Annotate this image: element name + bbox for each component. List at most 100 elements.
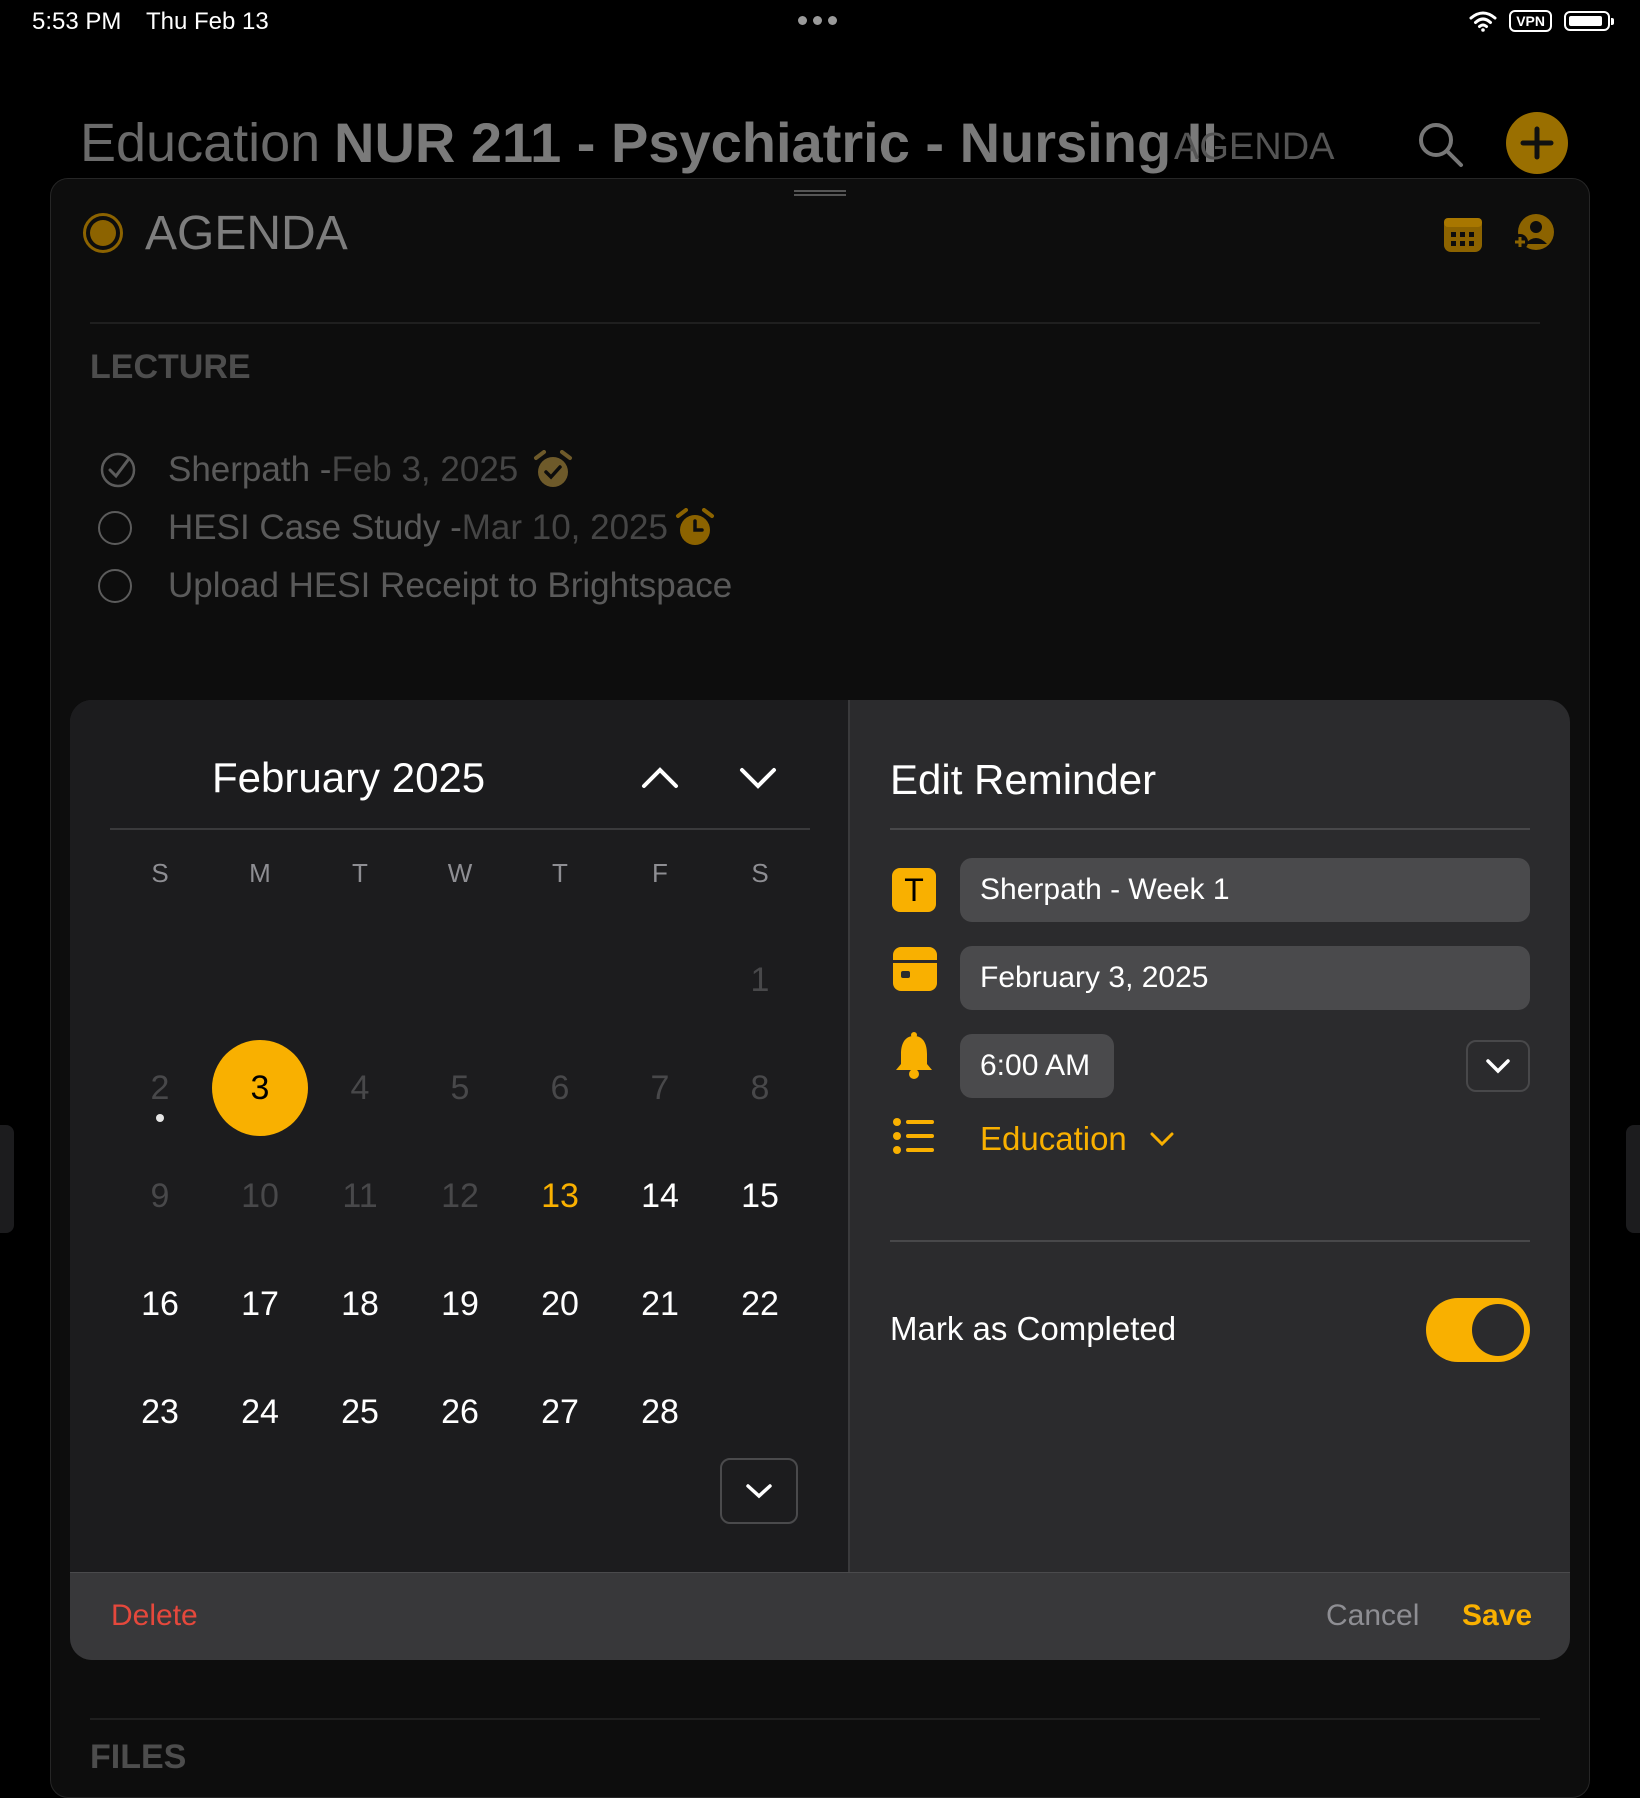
task-item[interactable]: HESI Case Study - Mar 10, 2025: [98, 508, 716, 548]
calendar-day[interactable]: 15: [712, 1148, 808, 1244]
reminder-date-field[interactable]: February 3, 2025: [960, 946, 1530, 1010]
calendar-day[interactable]: 4: [312, 1040, 408, 1136]
calendar-day[interactable]: 10: [212, 1148, 308, 1244]
side-handle-left[interactable]: [0, 1125, 14, 1233]
chevron-down-icon: [1486, 1059, 1510, 1074]
chevron-down-icon: [746, 1484, 772, 1499]
calendar-day[interactable]: 27: [512, 1364, 608, 1460]
calendar-day[interactable]: 22: [712, 1256, 808, 1352]
mark-completed-label: Mark as Completed: [890, 1310, 1177, 1347]
text-field-icon: T: [892, 868, 936, 912]
calendar-day[interactable]: 7: [612, 1040, 708, 1136]
calendar-day[interactable]: 21: [612, 1256, 708, 1352]
weekday-label: S: [751, 858, 769, 888]
status-time: 5:53 PM: [32, 8, 122, 35]
multitasking-dots-icon[interactable]: [798, 16, 837, 25]
cancel-button[interactable]: Cancel: [1326, 1599, 1419, 1633]
divider: [890, 828, 1530, 830]
alarm-icon: [675, 508, 714, 545]
header-category[interactable]: Education: [80, 112, 320, 174]
divider: [110, 828, 810, 830]
task-title: Sherpath -: [168, 450, 332, 489]
task-title: HESI Case Study -: [168, 508, 462, 547]
bell-icon: [892, 1032, 936, 1085]
task-date: Mar 10, 2025: [461, 508, 668, 547]
calendar-day[interactable]: 23: [112, 1364, 208, 1460]
weekday-label: W: [447, 858, 473, 888]
divider: [90, 322, 1540, 324]
weekday-label: F: [652, 858, 668, 888]
checkmark-circle-icon[interactable]: [98, 450, 138, 490]
calendar-day[interactable]: 12: [412, 1148, 508, 1244]
agenda-status-icon[interactable]: [83, 213, 123, 253]
calendar-expand-button[interactable]: [720, 1458, 798, 1524]
list-icon: [892, 1116, 936, 1161]
calendar-day[interactable]: 11: [312, 1148, 408, 1244]
list-name: Education: [980, 1120, 1127, 1157]
weekday-label: M: [249, 858, 271, 888]
header-section: AGENDA: [1174, 126, 1335, 168]
calendar-day[interactable]: 28: [612, 1364, 708, 1460]
edit-reminder-title: Edit Reminder: [890, 756, 1157, 803]
wifi-icon: [1469, 11, 1497, 32]
divider: [890, 1240, 1530, 1242]
month-title: February 2025: [212, 754, 486, 801]
calendar-day[interactable]: 5: [412, 1040, 508, 1136]
calendar-day[interactable]: 24: [212, 1364, 308, 1460]
task-item[interactable]: Upload HESI Receipt to Brightspace: [98, 566, 732, 606]
calendar-day[interactable]: 19: [412, 1256, 508, 1352]
calendar-day[interactable]: 25: [312, 1364, 408, 1460]
modal-footer: Delete Cancel Save: [70, 1572, 1570, 1660]
battery-icon: [1564, 11, 1614, 31]
task-item[interactable]: Sherpath - Feb 3, 2025: [98, 450, 574, 490]
time-options-button[interactable]: [1466, 1040, 1530, 1092]
chevron-down-icon[interactable]: [738, 762, 778, 797]
calendar-day[interactable]: 20: [512, 1256, 608, 1352]
alarm-icon: [534, 450, 573, 487]
calendar-day-today[interactable]: 13: [512, 1148, 608, 1244]
calendar-day[interactable]: 8: [712, 1040, 808, 1136]
add-person-icon[interactable]: [1510, 212, 1556, 259]
chevron-down-icon: [1150, 1132, 1174, 1147]
drag-handle[interactable]: [794, 190, 846, 196]
list-selector[interactable]: Education: [980, 1120, 1175, 1158]
calendar-day[interactable]: 6: [512, 1040, 608, 1136]
calendar-day[interactable]: 16: [112, 1256, 208, 1352]
calendar-day[interactable]: 14: [612, 1148, 708, 1244]
date-icon: [892, 946, 938, 997]
vpn-badge: VPN: [1509, 10, 1552, 32]
header-course-title: NUR 211 - Psychiatric - Nursing II: [334, 111, 1218, 174]
divider: [90, 1718, 1540, 1720]
status-date: Thu Feb 13: [146, 8, 269, 35]
weekday-label: S: [151, 858, 169, 888]
save-button[interactable]: Save: [1462, 1599, 1532, 1633]
agenda-title: AGENDA: [145, 207, 348, 260]
calendar-icon[interactable]: [1442, 214, 1484, 259]
calendar-day[interactable]: 9: [112, 1148, 208, 1244]
event-dot: [156, 1114, 164, 1122]
calendar-day[interactable]: 17: [212, 1256, 308, 1352]
side-handle-right[interactable]: [1626, 1125, 1640, 1233]
delete-button[interactable]: Delete: [111, 1599, 198, 1633]
edit-reminder-modal: February 2025 S M T W T F S 1 2 3 4 5 6 …: [70, 700, 1570, 1660]
status-indicators: VPN: [1469, 10, 1614, 32]
plus-icon: [1520, 126, 1554, 160]
incomplete-circle-icon[interactable]: [98, 511, 132, 545]
task-title: Upload HESI Receipt to Brightspace: [168, 566, 733, 605]
group-header-files: FILES: [90, 1738, 187, 1776]
reminder-name-field[interactable]: Sherpath - Week 1: [960, 858, 1530, 922]
search-icon[interactable]: [1416, 120, 1466, 170]
reminder-time-field[interactable]: 6:00 AM: [960, 1034, 1114, 1098]
group-header-lecture: LECTURE: [90, 348, 251, 386]
calendar-day-selected[interactable]: 3: [212, 1040, 308, 1136]
chevron-up-icon[interactable]: [640, 762, 680, 797]
task-date: Feb 3, 2025: [331, 450, 519, 489]
weekday-label: T: [552, 858, 568, 888]
incomplete-circle-icon[interactable]: [98, 569, 132, 603]
calendar-panel: February 2025 S M T W T F S 1 2 3 4 5 6 …: [70, 700, 850, 1572]
add-button[interactable]: [1506, 112, 1568, 174]
calendar-day[interactable]: 26: [412, 1364, 508, 1460]
mark-completed-toggle[interactable]: [1426, 1298, 1530, 1362]
calendar-day[interactable]: 1: [712, 932, 808, 1028]
calendar-day[interactable]: 18: [312, 1256, 408, 1352]
